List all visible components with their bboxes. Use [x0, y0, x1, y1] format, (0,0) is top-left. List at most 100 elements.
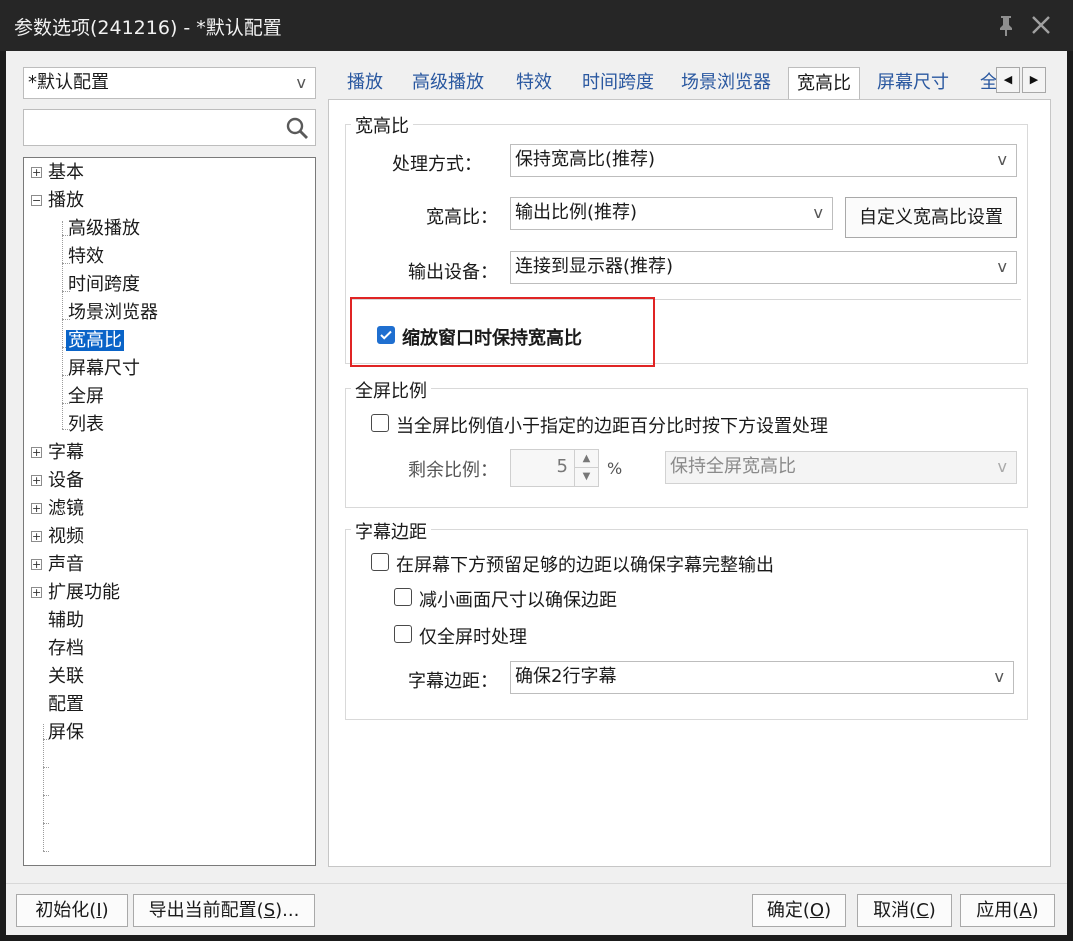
apply-button-text: 应用( [976, 900, 1020, 921]
reduce-size-checkbox[interactable] [394, 588, 412, 606]
tab-scroll-right-button[interactable]: ▶ [1022, 67, 1046, 93]
cancel-button-text: 取消( [873, 900, 917, 921]
tree-item-devices[interactable]: 设备 [48, 468, 84, 494]
search-field[interactable] [24, 110, 274, 144]
reserve-margin-label[interactable]: 在屏幕下方预留足够的边距以确保字幕完整输出 [396, 551, 774, 577]
tab-playback[interactable]: 播放 [347, 67, 383, 100]
tree-item-label: 时间跨度 [68, 274, 140, 295]
expand-icon[interactable]: + [31, 475, 42, 486]
device-select-value: 连接到显示器(推荐) [515, 256, 674, 277]
tree-item-advanced-playback[interactable]: 高级播放 [68, 216, 140, 242]
subtitle-margin-value: 确保2行字幕 [515, 666, 617, 687]
tree-item-extensions[interactable]: 扩展功能 [48, 580, 120, 606]
tree-item-video[interactable]: 视频 [48, 524, 84, 550]
tab-scene-browser[interactable]: 场景浏览器 [681, 67, 771, 100]
tree-item-timespan[interactable]: 时间跨度 [68, 272, 140, 298]
aspect-ratio-group-title: 宽高比 [351, 112, 413, 138]
expand-icon[interactable]: + [31, 559, 42, 570]
ok-button[interactable]: 确定(O) [752, 894, 846, 927]
fullscreen-only-checkbox[interactable] [394, 625, 412, 643]
tree-item-label: 特效 [68, 246, 104, 267]
chevron-down-icon: v [296, 73, 306, 92]
expand-icon[interactable]: + [31, 503, 42, 514]
tree-item-archive[interactable]: 存档 [48, 636, 84, 662]
fullscreen-margin-checkbox[interactable] [371, 414, 389, 432]
tab-screen-size[interactable]: 屏幕尺寸 [877, 67, 949, 100]
search-input[interactable] [23, 109, 316, 146]
tree-item-fullscreen[interactable]: 全屏 [68, 384, 104, 410]
tree-item-screen-size[interactable]: 屏幕尺寸 [68, 356, 140, 382]
keep-on-resize-checkbox[interactable] [377, 326, 395, 344]
pin-icon[interactable] [993, 12, 1019, 38]
device-select[interactable]: 连接到显示器(推荐) v [510, 251, 1017, 284]
tree-item-basic[interactable]: 基本 [48, 160, 84, 186]
export-button-key: S [263, 900, 276, 921]
tree-item-label: 声音 [48, 554, 84, 575]
dialog-client: *默认配置 v + 基本 − 播放 高级播放 特效 时间跨度 场景浏览器 宽高比… [6, 51, 1067, 935]
close-icon[interactable] [1028, 12, 1054, 38]
remain-stepper[interactable]: 5 ▲ ▼ [510, 449, 599, 487]
tree-item-label: 全屏 [68, 386, 104, 407]
percent-label: % [607, 459, 623, 478]
keep-fullscreen-select[interactable]: 保持全屏宽高比 v [665, 451, 1017, 484]
tree-item-audio[interactable]: 声音 [48, 552, 84, 578]
tree-connector [43, 724, 44, 851]
expand-icon[interactable]: + [31, 167, 42, 178]
tree-item-label: 宽高比 [66, 330, 124, 351]
reserve-margin-checkbox[interactable] [371, 553, 389, 571]
tree-item-screensaver[interactable]: 屏保 [48, 720, 84, 746]
init-button-paren: ) [101, 900, 109, 921]
window-title: 参数选项(241216) - *默认配置 [14, 17, 282, 39]
reduce-size-label[interactable]: 减小画面尺寸以确保边距 [419, 586, 617, 612]
tree-item-label: 屏幕尺寸 [68, 358, 140, 379]
profile-select[interactable]: *默认配置 v [23, 67, 316, 99]
fullscreen-margin-label[interactable]: 当全屏比例值小于指定的边距百分比时按下方设置处理 [396, 412, 828, 438]
expand-icon[interactable]: + [31, 587, 42, 598]
keep-on-resize-label[interactable]: 缩放窗口时保持宽高比 [402, 324, 582, 350]
cancel-button[interactable]: 取消(C) [857, 894, 952, 927]
apply-button-paren: ) [1031, 900, 1039, 921]
tree-item-label: 配置 [48, 694, 84, 715]
tree-item-scene-browser[interactable]: 场景浏览器 [68, 300, 158, 326]
expand-icon[interactable]: + [31, 531, 42, 542]
init-button[interactable]: 初始化(I) [16, 894, 128, 927]
tree-item-label: 场景浏览器 [68, 302, 158, 323]
tree-item-filters[interactable]: 滤镜 [48, 496, 84, 522]
tab-advanced-playback[interactable]: 高级播放 [412, 67, 484, 100]
tree-item-aspect-ratio[interactable]: 宽高比 [66, 328, 124, 354]
fullscreen-only-label[interactable]: 仅全屏时处理 [419, 623, 527, 649]
chevron-up-icon[interactable]: ▲ [574, 450, 598, 468]
tree-item-config[interactable]: 配置 [48, 692, 84, 718]
init-button-text: 初始化( [35, 900, 97, 921]
tab-timespan[interactable]: 时间跨度 [582, 67, 654, 100]
ok-button-text: 确定( [766, 900, 810, 921]
device-label: 输出设备： [408, 262, 498, 283]
chevron-down-icon: v [994, 667, 1004, 686]
tab-scroll-left-button[interactable]: ◀ [996, 67, 1020, 93]
tab-effects[interactable]: 特效 [516, 67, 552, 100]
cancel-button-paren: ) [928, 900, 936, 921]
tree-item-associations[interactable]: 关联 [48, 664, 84, 690]
tab-aspect-ratio[interactable]: 宽高比 [788, 67, 860, 100]
export-button-tail: )... [275, 900, 300, 921]
search-icon[interactable] [285, 116, 309, 145]
collapse-icon[interactable]: − [31, 195, 42, 206]
process-select[interactable]: 保持宽高比(推荐) v [510, 144, 1017, 177]
export-button-text: 导出当前配置( [148, 900, 264, 921]
chevron-down-icon[interactable]: ▼ [574, 468, 598, 486]
subtitle-margin-select[interactable]: 确保2行字幕 v [510, 661, 1014, 694]
chevron-down-icon: v [997, 457, 1007, 476]
custom-aspect-button[interactable]: 自定义宽高比设置 [845, 197, 1017, 238]
tree-item-list[interactable]: 列表 [68, 412, 104, 438]
export-config-button[interactable]: 导出当前配置(S)... [133, 894, 315, 927]
tree-item-accessibility[interactable]: 辅助 [48, 608, 84, 634]
settings-tree[interactable]: + 基本 − 播放 高级播放 特效 时间跨度 场景浏览器 宽高比 屏幕尺寸 全屏… [23, 157, 316, 866]
chevron-down-icon: v [813, 203, 823, 222]
tree-item-subtitles[interactable]: 字幕 [48, 440, 84, 466]
tree-item-playback[interactable]: 播放 [48, 188, 84, 214]
ratio-select[interactable]: 输出比例(推荐) v [510, 197, 833, 230]
apply-button[interactable]: 应用(A) [960, 894, 1055, 927]
tree-item-effects[interactable]: 特效 [68, 244, 104, 270]
checkmark-icon [380, 330, 392, 340]
expand-icon[interactable]: + [31, 447, 42, 458]
